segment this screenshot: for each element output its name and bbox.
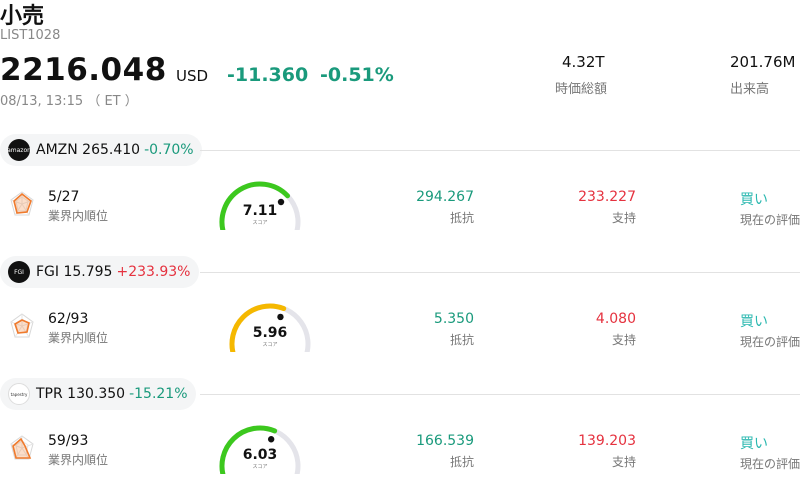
currency-label: USD bbox=[176, 67, 209, 85]
ticker-change-pct: +233.93% bbox=[116, 264, 191, 280]
ticker-price: AMZN 265.410 bbox=[36, 142, 141, 158]
stock-chip[interactable]: amazon AMZN 265.410 -0.70% bbox=[0, 134, 202, 166]
ticker-price: FGI 15.795 bbox=[36, 264, 113, 280]
sector-code: LIST1028 bbox=[0, 28, 61, 43]
evaluation-value[interactable]: 買い bbox=[740, 189, 768, 209]
market-cap-value: 4.32T bbox=[562, 53, 605, 71]
score-value: 5.96 bbox=[253, 325, 288, 341]
row-divider bbox=[200, 272, 800, 273]
radar-chart-icon bbox=[7, 189, 37, 223]
score-label: スコア bbox=[252, 464, 267, 470]
evaluation-label: 現在の評価 bbox=[740, 335, 800, 349]
support-label: 支持 bbox=[611, 211, 636, 225]
support-value: 139.203 bbox=[578, 433, 636, 449]
score-value: 7.11 bbox=[243, 203, 278, 219]
row-divider bbox=[200, 394, 800, 395]
company-logo-icon: tapestry bbox=[8, 383, 30, 405]
stock-chip[interactable]: FGI FGI 15.795 +233.93% bbox=[0, 256, 199, 288]
score-label: スコア bbox=[252, 220, 267, 226]
radar-chart-icon bbox=[7, 433, 37, 467]
support-label: 支持 bbox=[611, 333, 636, 347]
evaluation-value[interactable]: 買い bbox=[740, 433, 768, 453]
industry-rank: 59/93 bbox=[48, 433, 89, 449]
market-cap-label: 時価総額 bbox=[555, 82, 608, 97]
industry-rank: 62/93 bbox=[48, 311, 89, 327]
price-change-pct: -0.51% bbox=[320, 64, 394, 86]
support-value: 233.227 bbox=[578, 189, 636, 205]
ticker-price: TPR 130.350 bbox=[36, 386, 126, 402]
score-gauge: 7.11 スコア bbox=[215, 178, 305, 238]
timestamp: 08/13, 13:15 （ ET ） bbox=[0, 94, 138, 109]
stock-chip[interactable]: tapestry TPR 130.350 -15.21% bbox=[0, 378, 196, 410]
sector-title: 小売 bbox=[0, 4, 45, 29]
evaluation-value[interactable]: 買い bbox=[740, 311, 768, 331]
score-value: 6.03 bbox=[243, 447, 278, 463]
resistance-label: 抵抗 bbox=[449, 455, 474, 469]
resistance-label: 抵抗 bbox=[449, 333, 474, 347]
industry-rank-label: 業界内順位 bbox=[48, 331, 109, 345]
evaluation-label: 現在の評価 bbox=[740, 457, 800, 471]
score-label: スコア bbox=[262, 342, 277, 348]
industry-rank-label: 業界内順位 bbox=[48, 453, 109, 467]
resistance-value: 294.267 bbox=[416, 189, 474, 205]
support-value: 4.080 bbox=[595, 311, 636, 327]
resistance-value: 166.539 bbox=[416, 433, 474, 449]
score-gauge: 6.03 スコア bbox=[215, 422, 305, 482]
evaluation-label: 現在の評価 bbox=[740, 213, 800, 227]
price-change: -11.360 bbox=[227, 64, 309, 86]
score-gauge: 5.96 スコア bbox=[225, 300, 315, 360]
company-logo-icon: FGI bbox=[8, 261, 30, 283]
sector-price: 2216.048 bbox=[0, 52, 167, 88]
volume-value: 201.76M bbox=[730, 53, 796, 71]
row-divider bbox=[200, 150, 800, 151]
industry-rank: 5/27 bbox=[48, 189, 80, 205]
resistance-value: 5.350 bbox=[433, 311, 474, 327]
company-logo-icon: amazon bbox=[7, 139, 31, 161]
resistance-label: 抵抗 bbox=[449, 211, 474, 225]
ticker-change-pct: -0.70% bbox=[144, 142, 194, 158]
volume-label: 出来高 bbox=[730, 82, 770, 97]
industry-rank-label: 業界内順位 bbox=[48, 209, 109, 223]
radar-chart-icon bbox=[7, 311, 37, 345]
support-label: 支持 bbox=[611, 455, 636, 469]
ticker-change-pct: -15.21% bbox=[129, 386, 188, 402]
